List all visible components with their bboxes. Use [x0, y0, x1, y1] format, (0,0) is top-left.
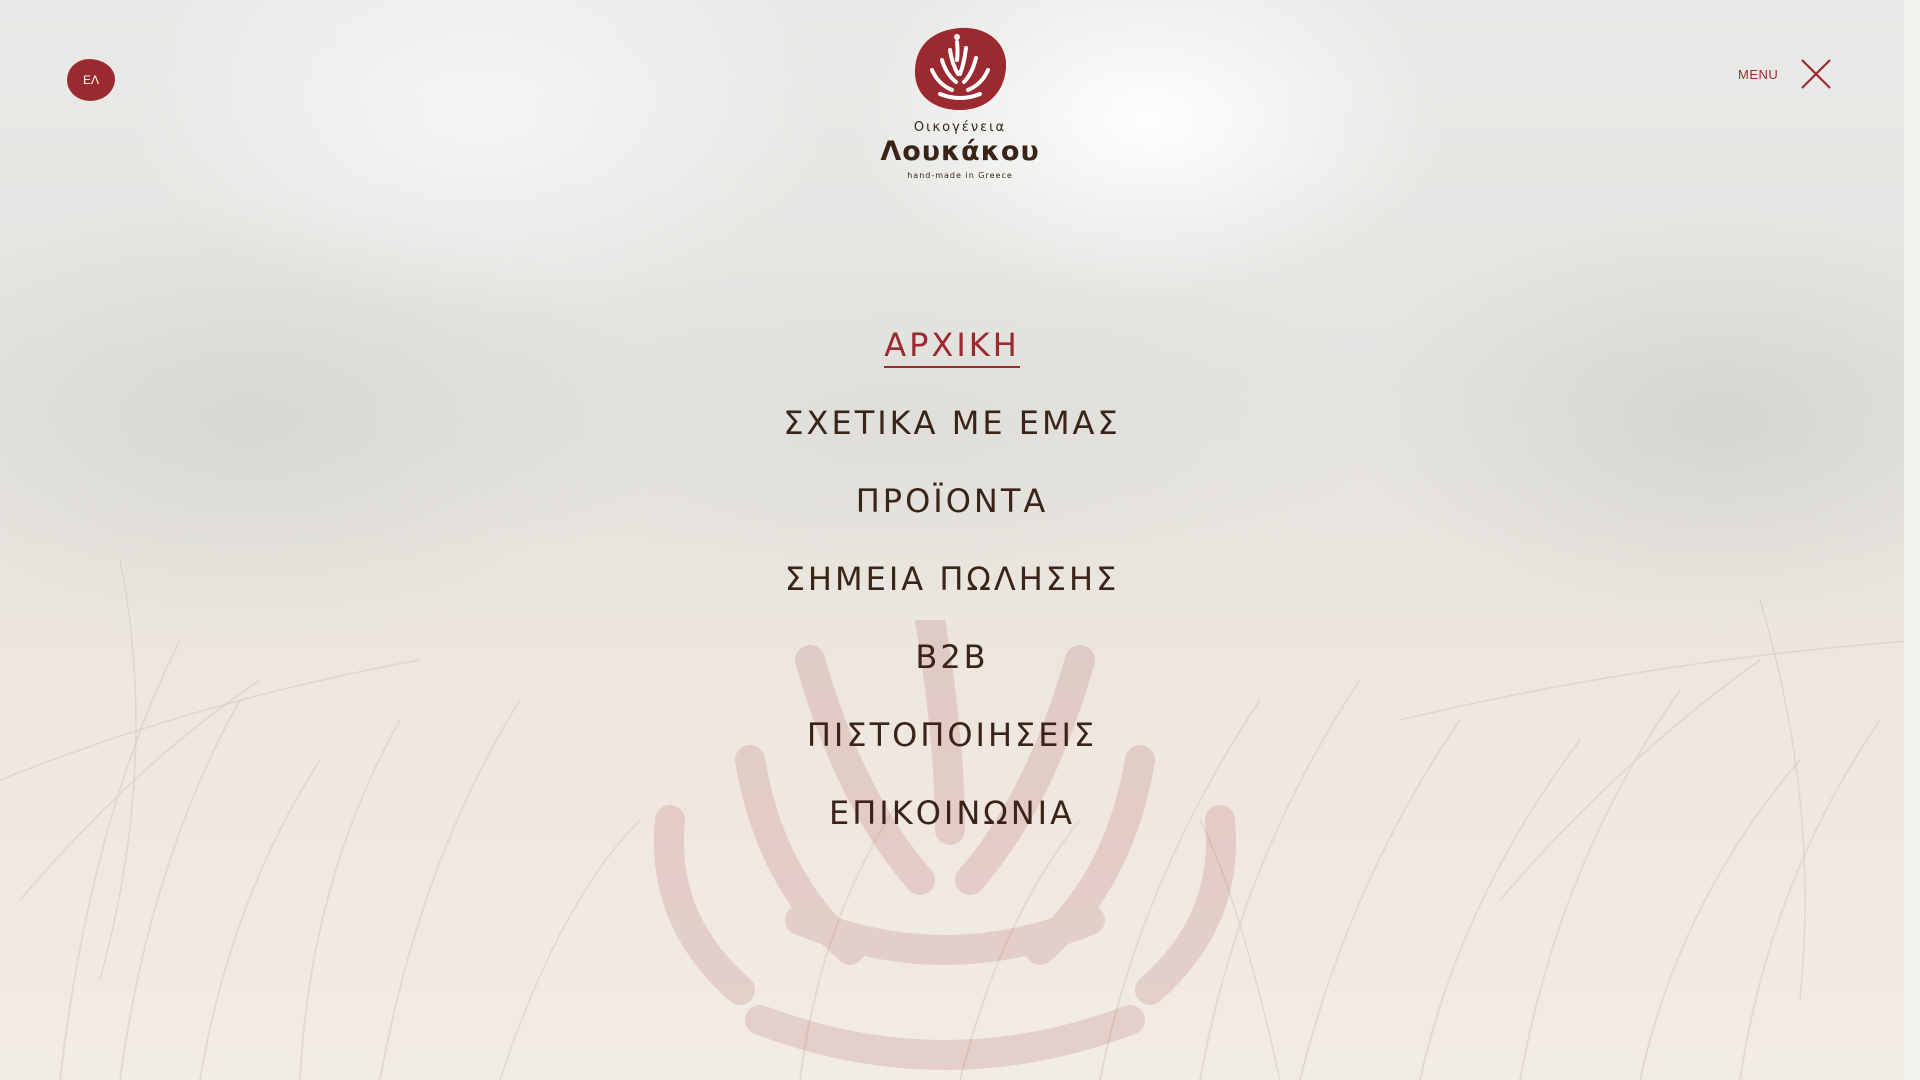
logo-name-text: Λουκάκου: [880, 136, 1040, 167]
nav-item-products: ΠΡΟΪΟΝΤΑ: [0, 468, 1904, 546]
nav-link-contact[interactable]: ΕΠΙΚΟΙΝΩΝΙΑ: [829, 793, 1075, 833]
nav-link-points-of-sale[interactable]: ΣΗΜΕΙΑ ΠΩΛΗΣΗΣ: [785, 559, 1120, 599]
nav-item-home: ΑΡΧΙΚΗ: [0, 312, 1904, 390]
page-scrollbar[interactable]: [1904, 0, 1920, 1080]
site-logo[interactable]: Οικογένεια Λουκάκου hand-made in Greece: [862, 24, 1058, 194]
nav-link-products[interactable]: ΠΡΟΪΟΝΤΑ: [856, 481, 1049, 521]
nav-link-b2b[interactable]: B2B: [915, 637, 988, 677]
logo-tagline-text: hand-made in Greece: [907, 171, 1013, 180]
nav-link-home[interactable]: ΑΡΧΙΚΗ: [884, 325, 1020, 368]
nav-item-about: ΣΧΕΤΙΚΑ ΜΕ ΕΜΑΣ: [0, 390, 1904, 468]
nav-link-about[interactable]: ΣΧΕΤΙΚΑ ΜΕ ΕΜΑΣ: [783, 403, 1120, 443]
menu-label: MENU: [1738, 66, 1779, 82]
nav-link-certifications[interactable]: ΠΙΣΤΟΠΟΙΗΣΕΙΣ: [807, 715, 1097, 755]
language-label: ΕΛ: [82, 73, 100, 87]
nav-item-contact: ΕΠΙΚΟΙΝΩΝΙΑ: [0, 780, 1904, 858]
main-navigation: ΑΡΧΙΚΗ ΣΧΕΤΙΚΑ ΜΕ ΕΜΑΣ ΠΡΟΪΟΝΤΑ ΣΗΜΕΙΑ Π…: [0, 312, 1904, 858]
menu-close-button[interactable]: MENU: [1738, 58, 1832, 90]
nav-item-points-of-sale: ΣΗΜΕΙΑ ΠΩΛΗΣΗΣ: [0, 546, 1904, 624]
nav-item-certifications: ΠΙΣΤΟΠΟΙΗΣΕΙΣ: [0, 702, 1904, 780]
logo-family-text: Οικογένεια: [913, 120, 1007, 135]
nav-item-b2b: B2B: [0, 624, 1904, 702]
close-icon[interactable]: [1800, 58, 1832, 90]
logo-mark-icon: [914, 27, 1007, 110]
